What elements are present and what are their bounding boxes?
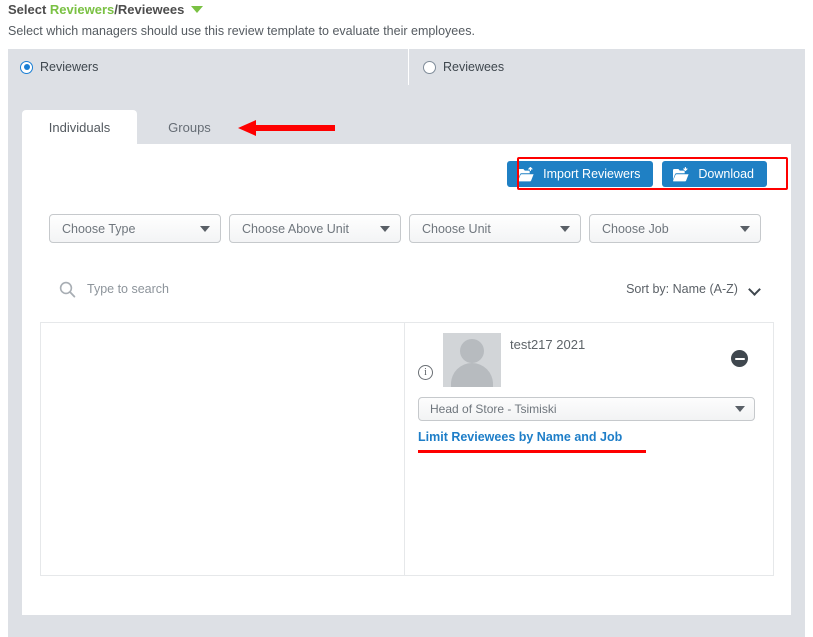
sort-label: Sort by: Name (A-Z) [626, 282, 738, 296]
avatar-head [460, 339, 484, 363]
page-title-prefix: Select [8, 2, 50, 17]
mode-selector: Reviewers Reviewees [8, 49, 805, 85]
available-list-column[interactable] [41, 323, 405, 575]
folder-import-icon [518, 166, 534, 181]
chevron-down-icon [560, 225, 570, 232]
search-box[interactable] [49, 275, 593, 303]
tab-groups-label: Groups [168, 119, 211, 135]
page-title: Select Reviewers/Reviewees [8, 2, 204, 17]
radio-option-reviewees[interactable]: Reviewees [409, 49, 805, 85]
choose-type-label: Choose Type [62, 221, 136, 236]
tab-individuals-label: Individuals [48, 119, 111, 135]
chevron-down-icon [200, 225, 210, 232]
choose-type-dropdown[interactable]: Choose Type [49, 214, 221, 243]
tab-bar: Individuals Groups [22, 110, 791, 144]
radio-reviewees-label: Reviewees [443, 60, 505, 74]
radio-option-reviewers[interactable]: Reviewers [8, 49, 408, 85]
tab-groups[interactable]: Groups [137, 110, 242, 144]
folder-download-icon [673, 166, 690, 181]
annotation-arrow-icon [238, 120, 335, 136]
import-reviewers-label: Import Reviewers [543, 167, 641, 181]
limit-reviewees-link[interactable]: Limit Reviewees by Name and Job [418, 430, 622, 444]
radio-reviewers-icon[interactable] [20, 60, 33, 74]
search-icon [59, 281, 76, 298]
page-title-highlight: Reviewers [49, 2, 115, 17]
download-label: Download [698, 167, 754, 181]
page-title-suffix: /Reviewees [114, 2, 185, 17]
selection-list-area: i test217 2021 Head of Store - Tsimiski … [40, 322, 774, 576]
toolbar-actions: Import Reviewers Download [507, 161, 767, 187]
chevron-down-icon [380, 225, 390, 232]
choose-above-unit-dropdown[interactable]: Choose Above Unit [229, 214, 401, 243]
page-subtitle: Select which managers should use this re… [8, 24, 475, 38]
sort-dropdown[interactable]: Sort by: Name (A-Z) [619, 275, 766, 303]
avatar [443, 333, 501, 387]
selected-list-column: i test217 2021 Head of Store - Tsimiski … [405, 323, 773, 575]
job-dropdown-label: Head of Store - Tsimiski [430, 402, 557, 416]
filter-row: Choose Type Choose Above Unit Choose Uni… [49, 214, 761, 243]
avatar-body [451, 363, 493, 387]
choose-unit-label: Choose Unit [422, 221, 491, 236]
caret-down-icon[interactable] [191, 6, 204, 14]
chevron-down-icon [740, 225, 750, 232]
annotation-underline [418, 450, 646, 453]
import-reviewers-button[interactable]: Import Reviewers [507, 161, 654, 187]
radio-reviewees-icon[interactable] [423, 60, 436, 74]
content-panel: Import Reviewers Download Choose Type Ch… [22, 144, 791, 615]
person-name: test217 2021 [510, 337, 586, 352]
choose-job-label: Choose Job [602, 221, 669, 236]
choose-above-unit-label: Choose Above Unit [242, 221, 350, 236]
chevron-down-icon [750, 285, 759, 294]
remove-minus-icon[interactable] [731, 350, 748, 367]
choose-job-dropdown[interactable]: Choose Job [589, 214, 761, 243]
download-button[interactable]: Download [662, 161, 767, 187]
search-input[interactable] [85, 281, 565, 297]
tab-individuals[interactable]: Individuals [22, 110, 137, 144]
chevron-down-icon [735, 406, 745, 412]
list-item: i test217 2021 [405, 323, 773, 395]
radio-reviewers-label: Reviewers [40, 60, 99, 74]
page-root: Select Reviewers/Reviewees Select which … [0, 0, 813, 637]
job-dropdown[interactable]: Head of Store - Tsimiski [418, 397, 755, 421]
choose-unit-dropdown[interactable]: Choose Unit [409, 214, 581, 243]
info-icon[interactable]: i [418, 365, 433, 380]
